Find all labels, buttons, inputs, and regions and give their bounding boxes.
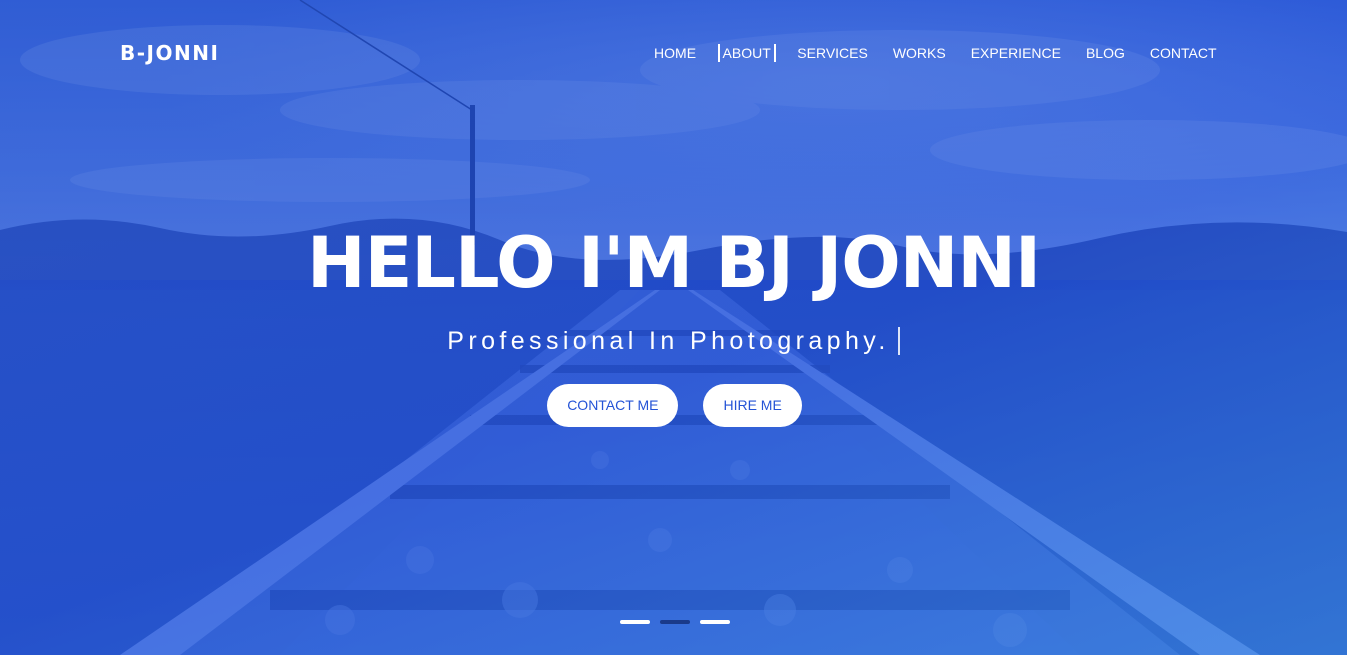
hero-subline: Professional In Photography. <box>447 327 890 355</box>
nav-about[interactable]: ABOUT <box>717 44 776 62</box>
hire-me-button[interactable]: HIRE ME <box>703 384 802 427</box>
typing-cursor <box>897 327 900 355</box>
hero-section: B-JONNI HOME ABOUT SERVICES WORKS EXPERI… <box>0 0 1347 655</box>
slider-indicators <box>620 620 730 624</box>
hero-subline-wrap: Professional In Photography. <box>447 326 900 356</box>
slide-indicator-3[interactable] <box>700 620 730 624</box>
hero-headline: HELLO I'M BJ JONNI <box>306 222 1041 304</box>
nav-works[interactable]: WORKS <box>880 44 958 62</box>
nav-blog[interactable]: BLOG <box>1073 44 1137 62</box>
contact-me-button[interactable]: CONTACT ME <box>547 384 679 427</box>
nav-contact[interactable]: CONTACT <box>1137 44 1229 62</box>
slide-indicator-2[interactable] <box>660 620 690 624</box>
hero-buttons: CONTACT ME HIRE ME <box>0 384 1347 427</box>
slide-indicator-1[interactable] <box>620 620 650 624</box>
nav-home[interactable]: HOME <box>642 44 709 62</box>
hero-content: HELLO I'M BJ JONNI Professional In Photo… <box>0 220 1347 427</box>
nav-services[interactable]: SERVICES <box>785 44 881 62</box>
brand-logo[interactable]: B-JONNI <box>120 40 219 66</box>
main-nav: HOME ABOUT SERVICES WORKS EXPERIENCE BLO… <box>642 44 1229 62</box>
nav-experience[interactable]: EXPERIENCE <box>958 44 1073 62</box>
